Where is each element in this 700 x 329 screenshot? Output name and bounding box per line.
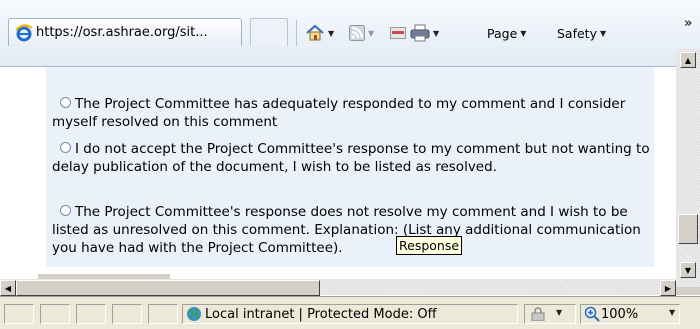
ie-icon bbox=[15, 23, 33, 41]
vertical-scroll-thumb[interactable] bbox=[678, 214, 698, 244]
chevron-down-icon: ▼ bbox=[368, 28, 375, 38]
page-menu[interactable]: Page ▼ bbox=[487, 22, 526, 44]
chevron-down-icon: ▼ bbox=[520, 28, 527, 38]
lock-icon bbox=[531, 307, 545, 321]
scroll-right-button[interactable]: ▶ bbox=[660, 280, 676, 296]
radio-unresolved[interactable] bbox=[60, 205, 71, 216]
toolbar-overflow-chevron[interactable]: » bbox=[684, 16, 692, 31]
option-label: The Project Committee's response does no… bbox=[52, 204, 641, 256]
chevron-down-icon: ▼ bbox=[669, 308, 676, 317]
tab-title: https://osr.ashrae.org/sit... bbox=[36, 25, 208, 40]
zoom-icon bbox=[584, 306, 600, 322]
separator bbox=[296, 20, 297, 46]
read-mail-button[interactable] bbox=[390, 22, 406, 44]
chevron-down-icon: ▼ bbox=[556, 308, 563, 317]
home-icon bbox=[306, 24, 324, 41]
status-pane bbox=[40, 304, 70, 324]
option-listed-resolved: I do not accept the Project Committee's … bbox=[52, 140, 652, 176]
safety-menu[interactable]: Safety ▼ bbox=[557, 22, 606, 44]
response-tooltip: Response bbox=[396, 236, 463, 255]
status-pane bbox=[76, 304, 106, 324]
option-resolved: The Project Committee has adequately res… bbox=[52, 95, 652, 131]
rss-feed-icon bbox=[349, 25, 365, 41]
new-tab-button[interactable] bbox=[250, 18, 288, 46]
scrollbar-corner bbox=[676, 287, 700, 295]
feeds-button[interactable]: ▼ bbox=[349, 22, 374, 44]
mail-icon bbox=[390, 27, 406, 39]
vertical-scrollbar[interactable] bbox=[676, 49, 700, 287]
status-pane bbox=[148, 304, 178, 324]
safety-menu-label: Safety bbox=[557, 25, 597, 41]
home-button[interactable]: ▼ bbox=[305, 22, 334, 44]
option-label: The Project Committee has adequately res… bbox=[52, 96, 626, 130]
page-menu-label: Page bbox=[487, 25, 518, 41]
zoom-level: 100% bbox=[601, 307, 639, 322]
option-unresolved: The Project Committee's response does no… bbox=[52, 203, 652, 257]
scroll-up-button[interactable]: ▲ bbox=[680, 52, 696, 68]
status-bar: Local intranet | Protected Mode: Off ▼ 1… bbox=[0, 296, 700, 329]
scroll-down-button[interactable]: ▼ bbox=[680, 262, 696, 278]
status-pane bbox=[112, 304, 142, 324]
scroll-left-button[interactable]: ◀ bbox=[0, 280, 16, 296]
chevron-down-icon: ▼ bbox=[328, 28, 335, 38]
radio-resolved[interactable] bbox=[60, 97, 71, 108]
chevron-down-icon: ▼ bbox=[599, 28, 607, 38]
browser-tab[interactable]: https://osr.ashrae.org/sit... bbox=[8, 18, 242, 46]
chevron-down-icon: ▼ bbox=[433, 28, 440, 38]
horizontal-scroll-thumb[interactable] bbox=[16, 280, 320, 296]
print-button[interactable]: ▼ bbox=[410, 22, 439, 44]
security-zone-text: Local intranet | Protected Mode: Off bbox=[205, 307, 437, 322]
option-label: I do not accept the Project Committee's … bbox=[52, 141, 650, 175]
status-pane bbox=[4, 304, 34, 324]
printer-icon bbox=[410, 24, 430, 42]
browser-toolbar: https://osr.ashrae.org/sit... ▼ ▼ ▼ Page… bbox=[0, 0, 700, 67]
radio-listed-resolved[interactable] bbox=[60, 142, 71, 153]
globe-icon bbox=[187, 307, 201, 321]
